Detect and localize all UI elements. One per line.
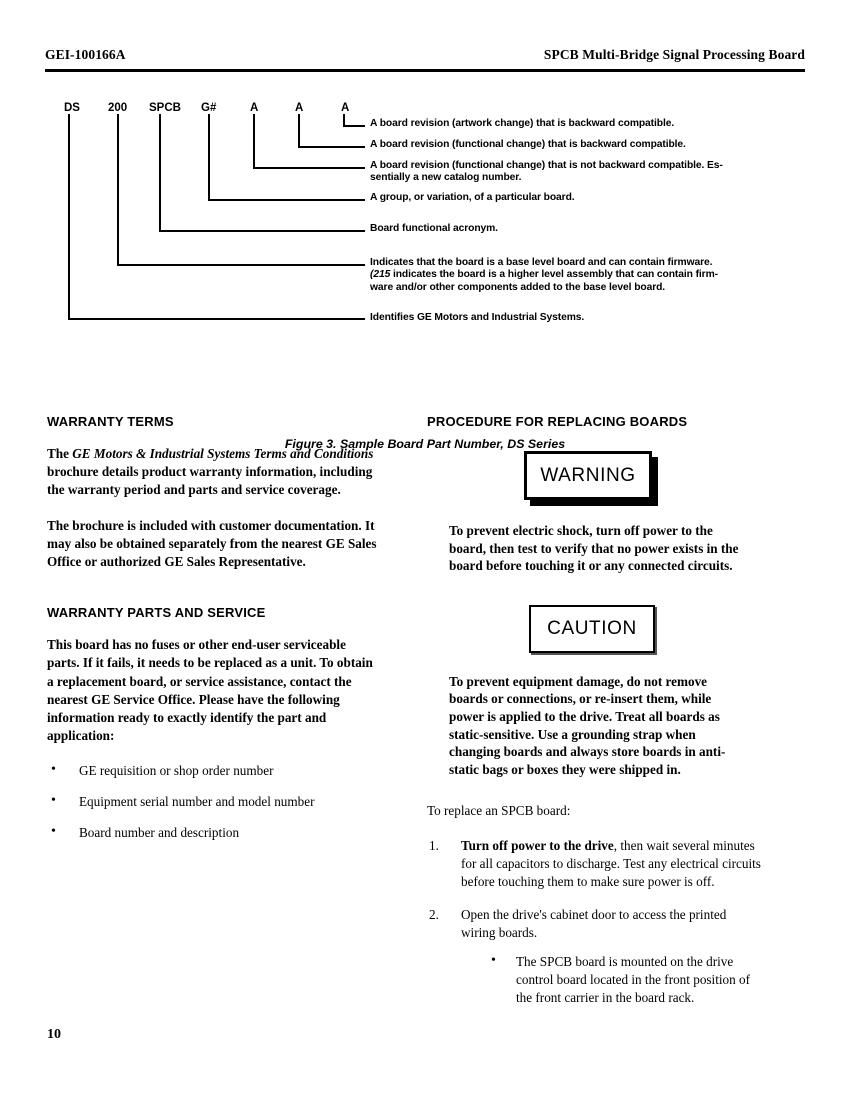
leader-hline-group [208, 199, 365, 201]
part-label-spcb: SPCB [149, 102, 181, 114]
heading-procedure-replacing-boards: PROCEDURE FOR REPLACING BOARDS [427, 414, 688, 429]
part-label-rev-1: A [250, 102, 259, 114]
leader-hline-rev-3 [343, 125, 365, 127]
step-2-subbullet-list: The SPCB board is mounted on the drive c… [461, 952, 762, 1008]
warranty-terms-paragraph-1: The GE Motors & Industrial Systems Terms… [47, 445, 379, 500]
callout-rev-functional-nbc-line1: A board revision (functional change) tha… [370, 160, 723, 171]
callout-base-level-italic: (215 [370, 269, 391, 281]
left-column: WARRANTY TERMS The GE Motors & Industria… [47, 414, 379, 855]
page-header: GEI-100166A SPCB Multi-Bridge Signal Pro… [45, 47, 805, 63]
header-rule [45, 69, 805, 72]
leader-hline-rev-2 [298, 146, 365, 148]
page-number: 10 [47, 1027, 61, 1042]
header-document-number: GEI-100166A [45, 47, 126, 62]
leader-vline-group [208, 114, 210, 200]
caution-label: CAUTION [547, 617, 637, 639]
callout-base-level-line1: Indicates that the board is a base level… [370, 257, 713, 268]
warranty-terms-paragraph-2: The brochure is included with customer d… [47, 517, 377, 570]
warning-label: WARNING [540, 464, 636, 486]
warranty-parts-paragraph-1: This board has no fuses or other end-use… [47, 637, 373, 744]
step-2-text: Open the drive's cabinet door to access … [461, 907, 727, 941]
warranty-terms-p1-lead: The [47, 446, 73, 461]
warning-text: To prevent electric shock, turn off powe… [449, 523, 739, 574]
part-label-group: G# [201, 102, 217, 114]
leader-vline-rev-1 [253, 114, 255, 168]
callout-group: A group, or variation, of a particular b… [370, 192, 575, 203]
replace-intro: To replace an SPCB board: [427, 803, 571, 819]
part-label-200: 200 [108, 102, 128, 114]
replacement-steps-list: Turn off power to the drive, then wait s… [427, 837, 762, 1008]
list-item: The SPCB board is mounted on the drive c… [461, 952, 762, 1008]
part-label-rev-2: A [295, 102, 304, 114]
callout-rev-functional-bc: A board revision (functional change) tha… [370, 139, 686, 150]
leader-vline-spcb [159, 114, 161, 231]
leader-hline-200 [117, 264, 365, 266]
step-item-2: Open the drive's cabinet door to access … [427, 906, 762, 1007]
leader-hline-ds [68, 318, 365, 321]
list-item: Equipment serial number and model number [47, 792, 379, 811]
right-column: PROCEDURE FOR REPLACING BOARDS WARNING T… [427, 414, 762, 1022]
leader-vline-200 [117, 114, 119, 265]
part-label-ds: DS [64, 102, 80, 114]
callout-base-level: Indicates that the board is a base level… [370, 257, 770, 294]
leader-vline-rev-2 [298, 114, 300, 147]
step-1-bold: Turn off power to the drive [461, 837, 614, 853]
callout-identifies-ge: Identifies GE Motors and Industrial Syst… [370, 312, 585, 323]
callout-base-level-line2: indicates the board is a higher level as… [390, 269, 718, 281]
list-item: GE requisition or shop order number [47, 761, 379, 780]
list-item: Board number and description [47, 823, 379, 842]
callout-rev-functional-nbc-line2: sentially a new catalog number. [370, 172, 522, 184]
warranty-info-bullet-list: GE requisition or shop order number Equi… [47, 761, 379, 842]
leader-hline-spcb [159, 230, 365, 232]
warranty-terms-p1-rest: brochure details product warranty inform… [47, 464, 373, 498]
figure-part-number-diagram: DS 200 SPCB G# A A A A board revision (a… [0, 92, 850, 451]
caution-box: CAUTION [529, 604, 655, 653]
warning-box: WARNING [524, 451, 652, 500]
callout-rev-artwork: A board revision (artwork change) that i… [370, 118, 675, 129]
caution-text: To prevent equipment damage, do not remo… [449, 673, 726, 777]
heading-warranty-terms: WARRANTY TERMS [47, 414, 174, 429]
part-label-rev-3: A [341, 102, 350, 114]
leader-vline-ds [68, 114, 71, 320]
callout-base-level-line3: ware and/or other components added to th… [370, 281, 666, 293]
warranty-terms-p1-italic: GE Motors & Industrial Systems Terms and… [72, 446, 374, 461]
callout-rev-functional-nbc: A board revision (functional change) tha… [370, 160, 770, 185]
header-title: SPCB Multi-Bridge Signal Processing Boar… [543, 47, 805, 62]
heading-warranty-parts-service: WARRANTY PARTS AND SERVICE [47, 605, 266, 621]
step-item-1: Turn off power to the drive, then wait s… [427, 837, 762, 892]
callout-acronym: Board functional acronym. [370, 223, 498, 234]
leader-hline-rev-1 [253, 167, 365, 169]
